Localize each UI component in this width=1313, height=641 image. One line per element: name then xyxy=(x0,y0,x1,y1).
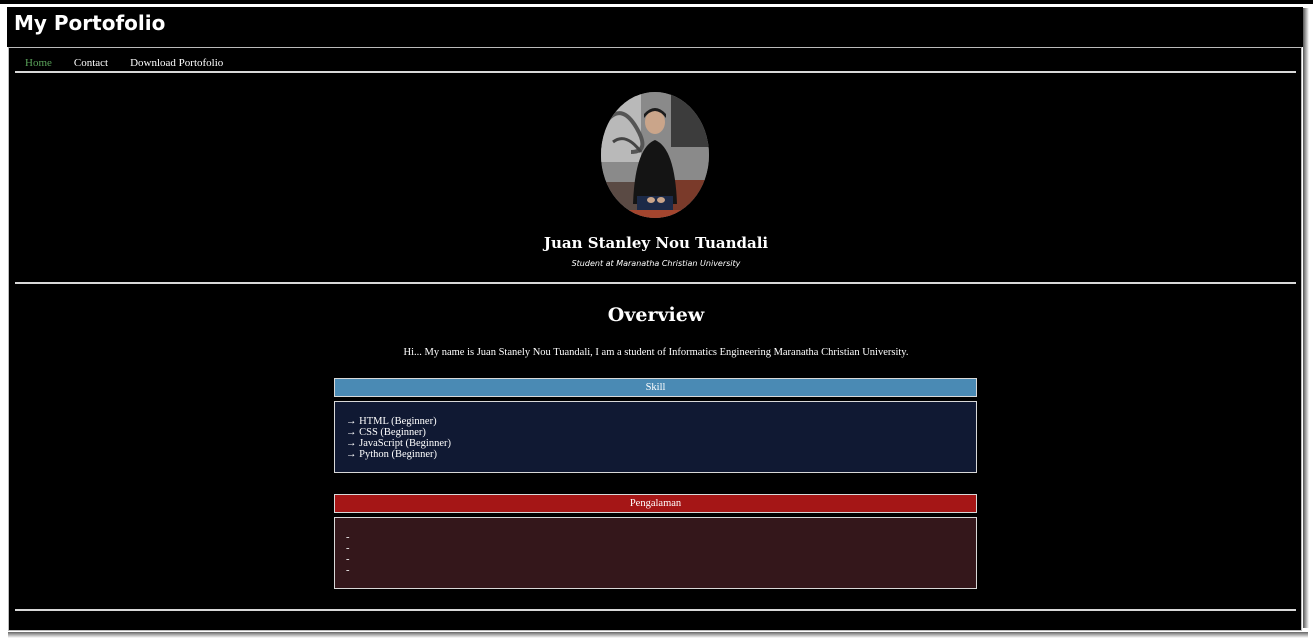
profile-photo xyxy=(601,92,709,218)
panel-shadow-bottom xyxy=(8,632,1308,638)
nav-divider xyxy=(15,71,1296,73)
skill-header: Skill xyxy=(334,378,977,397)
nav-download-portofolio-link[interactable]: Download Portofolio xyxy=(130,55,223,71)
list-item: - xyxy=(346,554,350,565)
nav-contact-link[interactable]: Contact xyxy=(74,55,108,71)
list-item: - xyxy=(346,565,350,576)
top-nav: Home Contact Download Portofolio xyxy=(25,55,245,71)
nav-home-link[interactable]: Home xyxy=(25,55,52,71)
list-item: - xyxy=(346,532,350,543)
list-item: → HTML (Beginner) xyxy=(346,416,437,427)
list-item: → JavaScript (Beginner) xyxy=(346,438,451,449)
footer-divider xyxy=(15,609,1296,611)
main-panel: Home Contact Download Portofolio Juan St… xyxy=(8,47,1302,631)
list-item: → Python (Beginner) xyxy=(346,449,437,460)
overview-text: Hi... My name is Juan Stanely Nou Tuanda… xyxy=(403,347,909,358)
header-bar: My Portofolio xyxy=(7,7,1303,47)
overview-heading: Overview xyxy=(607,304,705,326)
panel-shadow-right xyxy=(1303,8,1309,628)
profile-divider xyxy=(15,282,1296,284)
profile-name: Juan Stanley Nou Tuandali xyxy=(543,234,769,252)
list-item: - xyxy=(346,543,350,554)
experience-list: - - - - xyxy=(334,517,977,589)
skill-list: → HTML (Beginner) → CSS (Beginner) → Jav… xyxy=(334,401,977,473)
profile-photo-image xyxy=(601,92,709,218)
profile-subtitle: Student at Maranatha Christian Universit… xyxy=(571,259,741,268)
site-title: My Portofolio xyxy=(14,11,166,35)
list-item: → CSS (Beginner) xyxy=(346,427,426,438)
top-border xyxy=(0,0,1313,4)
experience-header: Pengalaman xyxy=(334,494,977,513)
